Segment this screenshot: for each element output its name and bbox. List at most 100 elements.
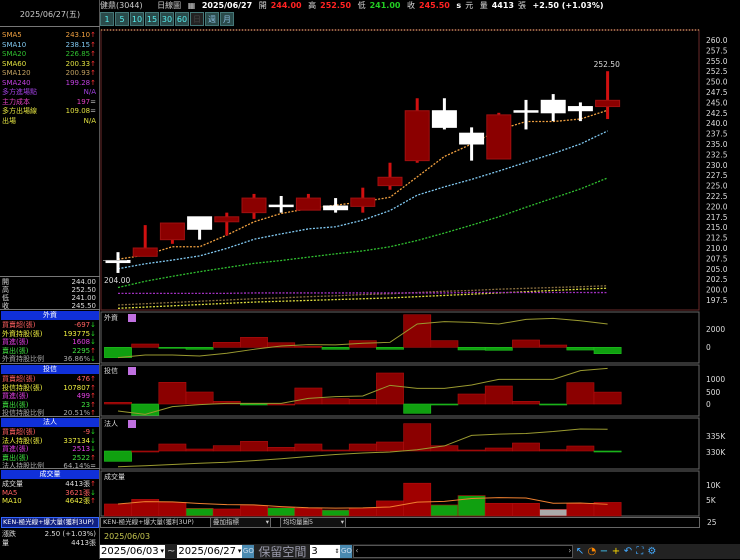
candle[interactable] — [159, 222, 185, 244]
candle-body — [268, 204, 294, 208]
candle-body — [595, 99, 621, 108]
indicator-bar — [104, 503, 132, 517]
zoom-out-icon[interactable]: − — [598, 545, 609, 558]
candle[interactable] — [540, 94, 566, 122]
scrollbar[interactable]: ‹ › — [353, 545, 574, 558]
candle[interactable] — [377, 162, 403, 190]
scroll-left-icon[interactable]: ‹ — [355, 546, 358, 555]
candle[interactable] — [241, 193, 267, 219]
panel-tick-label: 500 — [706, 388, 721, 397]
volume-chart-select[interactable]: 均均量圖5 ▾ — [281, 518, 346, 527]
indicator-bar — [539, 403, 568, 406]
indicator-bar — [593, 391, 622, 405]
price-tick-label: 245.0 — [706, 98, 728, 107]
indicator-line — [117, 317, 608, 359]
cursor-date: 2025/06/03 — [104, 532, 151, 541]
indicator-bar — [212, 445, 241, 452]
reserve-input[interactable]: 3 ⇕ — [310, 545, 341, 558]
range-separator: ~ — [167, 546, 176, 557]
price-tick-label: 255.0 — [706, 57, 728, 66]
candle[interactable] — [486, 112, 512, 160]
indicator-bar — [321, 346, 350, 350]
dropdown-icon[interactable]: ▾ — [266, 518, 269, 527]
volume-chart-label: 均均量圖5 — [283, 518, 314, 526]
indicator-bar — [267, 447, 296, 452]
indicator-bar — [185, 507, 214, 517]
to-date: 2025/06/27 — [178, 546, 237, 557]
candle[interactable] — [187, 216, 213, 240]
strategy-select[interactable]: KEN-極光線+爆大量(獲利3UP) — [101, 518, 211, 527]
clock-icon[interactable]: ◔ — [586, 545, 597, 558]
candle[interactable] — [105, 252, 131, 273]
indicator-bar — [484, 385, 513, 405]
candle-body — [404, 110, 430, 162]
price-tick-label: 260.0 — [706, 36, 728, 45]
panel-title: 成交量 — [104, 472, 125, 481]
indicator-bar — [158, 443, 187, 452]
candle[interactable] — [431, 98, 457, 130]
panel-tick-label: 1000 — [706, 375, 725, 384]
indicator-bar — [512, 339, 540, 348]
panel-tick-label: 10K — [706, 481, 722, 490]
go-button-2[interactable]: GO — [340, 545, 353, 558]
fit-icon[interactable]: ⛶ — [634, 545, 645, 558]
candle[interactable] — [595, 71, 621, 120]
panel-menu-icon[interactable] — [128, 314, 136, 322]
price-tick-label: 250.0 — [706, 78, 728, 87]
candle[interactable] — [323, 198, 349, 213]
zoom-in-icon[interactable]: + — [610, 545, 621, 558]
price-tick-label: 242.5 — [706, 109, 728, 118]
panel-menu-icon[interactable] — [128, 367, 136, 375]
candle[interactable] — [567, 102, 593, 122]
spinner-icon[interactable]: ⇕ — [334, 545, 339, 558]
candle[interactable] — [214, 212, 240, 236]
cursor-icon[interactable]: ↖ — [574, 545, 585, 558]
stock-chart[interactable]: 260.0257.5 255.0252.5 250.0247.5245.0 242.5… — [0, 0, 740, 559]
price-tick-label: 237.5 — [706, 130, 728, 139]
dropdown-icon[interactable]: ▾ — [341, 518, 344, 527]
ma-line-sma5 — [117, 109, 608, 260]
indicator-bar — [512, 401, 540, 405]
indicator-bar — [104, 346, 132, 358]
candle[interactable] — [404, 98, 430, 163]
price-tick-label: 225.0 — [706, 182, 728, 191]
indicator-bar — [403, 423, 432, 452]
indicator-bar — [566, 445, 595, 452]
candle[interactable] — [459, 127, 485, 161]
indicator-bar — [267, 507, 296, 517]
indicator-bar — [403, 482, 432, 517]
from-date-input[interactable]: 2025/06/03 ▾ — [100, 545, 165, 558]
price-tick-label: 207.5 — [706, 254, 728, 263]
ma-line-sma240 — [118, 291, 608, 294]
to-date-input[interactable]: 2025/06/27 ▾ — [177, 545, 243, 558]
candle[interactable] — [513, 99, 539, 130]
settings-icon[interactable]: ⚙ — [646, 545, 657, 558]
indicator-bar — [240, 505, 268, 517]
candle-body — [540, 99, 566, 114]
undo-icon[interactable]: ↶ — [622, 545, 633, 558]
price-tick-label: 227.5 — [706, 171, 728, 180]
candle[interactable] — [295, 193, 321, 211]
candle-body — [567, 106, 593, 112]
panel-menu-icon[interactable] — [128, 420, 136, 428]
indicator-bar — [403, 403, 432, 414]
indicator-bar — [240, 337, 268, 348]
panel-title: 投信 — [104, 366, 118, 375]
ma-line-sma120 — [117, 285, 608, 306]
candle[interactable] — [268, 196, 294, 213]
overlay-label: 疊加指標 — [213, 518, 239, 526]
indicator-bar — [430, 445, 459, 452]
candle[interactable] — [350, 187, 376, 213]
indicator-bar — [240, 441, 268, 452]
scroll-right-icon[interactable]: › — [568, 546, 571, 555]
candle-body — [159, 222, 185, 241]
dropdown-icon[interactable]: ▾ — [238, 545, 242, 558]
overlay-select[interactable]: 疊加指標 ▾ — [211, 518, 271, 527]
candle[interactable] — [132, 225, 158, 257]
go-button[interactable]: GO — [242, 545, 255, 558]
dropdown-icon[interactable]: ▾ — [160, 545, 164, 558]
panel-tick-label: 2000 — [706, 325, 725, 334]
indicator-bar — [376, 441, 404, 452]
price-tick-label: 257.5 — [706, 46, 728, 55]
price-tick-label: 232.5 — [706, 150, 728, 159]
